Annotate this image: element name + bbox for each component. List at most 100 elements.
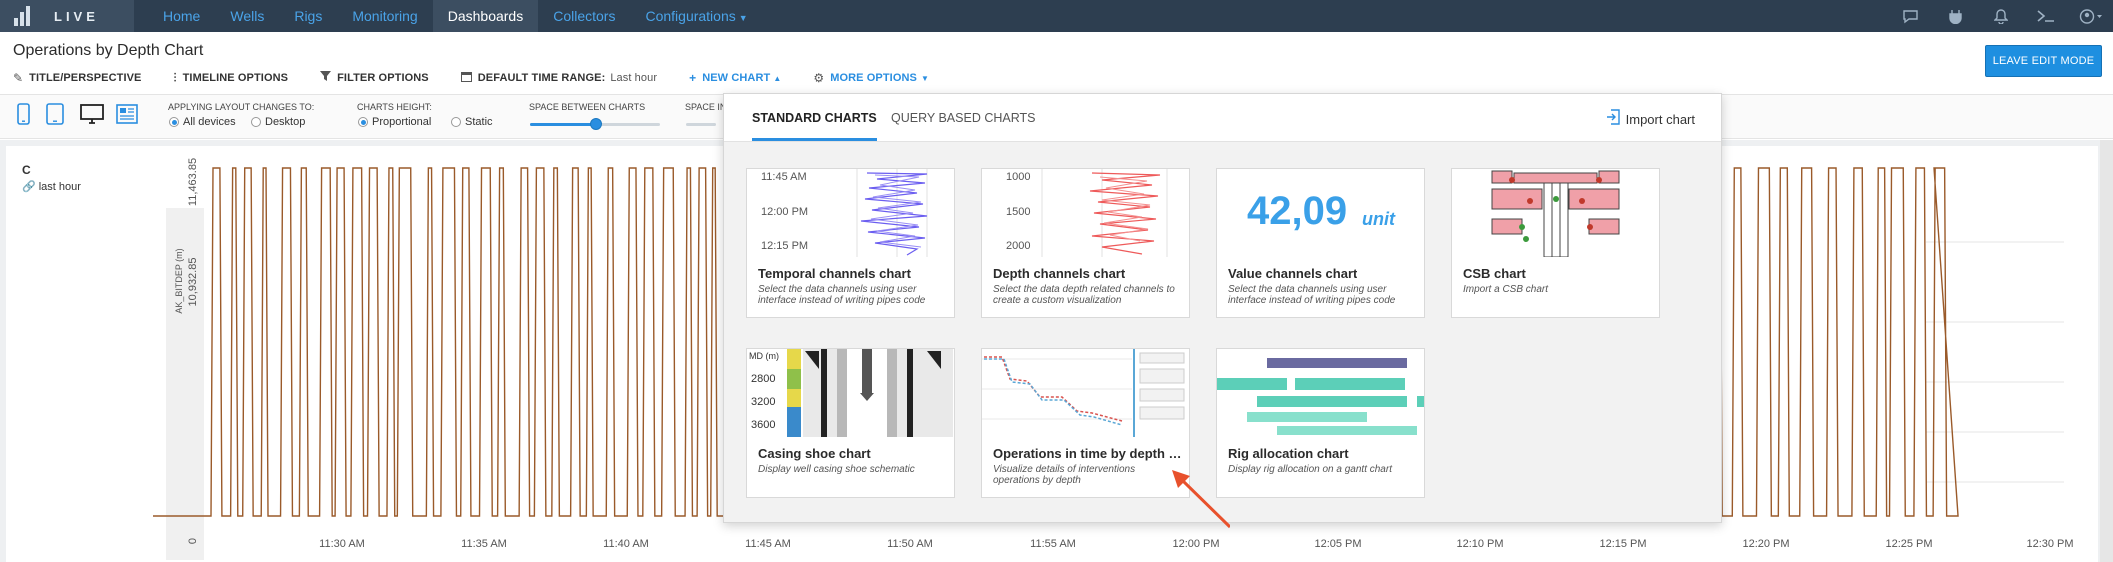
tab-query-based-charts[interactable]: QUERY BASED CHARTS <box>891 111 1036 125</box>
static-label: Static <box>465 116 493 128</box>
y-tick-label: 11,463.85 <box>187 158 199 206</box>
desktop-device-icon[interactable] <box>77 101 107 127</box>
nav-configurations-label: Configurations <box>645 8 736 24</box>
y-tick-label: 0 <box>187 538 199 544</box>
desktop-label: Desktop <box>265 116 306 128</box>
thumb-tick: 1500 <box>1006 206 1031 218</box>
operations-chart-thumbnail <box>982 349 1189 437</box>
thumb-tick: 1000 <box>1006 171 1031 183</box>
card-title: CSB chart <box>1463 266 1526 281</box>
card-operations-in-time-by-depth-chart[interactable]: Operations in time by depth chart Visual… <box>981 348 1190 498</box>
default-time-range-value: Last hour <box>610 72 658 84</box>
tablet-device-icon[interactable] <box>43 101 67 127</box>
x-tick-label: 12:15 PM <box>1599 538 1646 550</box>
y-tick-label: 10,932.85 <box>187 258 199 307</box>
space-between-slider-fill <box>530 123 596 126</box>
user-menu-icon[interactable] <box>2068 0 2113 32</box>
vertical-scrollbar[interactable] <box>2100 140 2113 562</box>
card-description: Select the data depth related channels t… <box>993 284 1175 306</box>
nav-collectors[interactable]: Collectors <box>538 0 630 32</box>
nav-configurations[interactable]: Configurations ▼ <box>630 0 762 32</box>
pencil-icon: ✎ <box>13 71 24 85</box>
card-temporal-channels-chart[interactable]: 11:45 AM 12:00 PM 12:15 PM Temporal chan… <box>746 168 955 318</box>
all-devices-radio[interactable]: All devices <box>169 116 236 128</box>
thumb-tick: 3200 <box>751 396 776 408</box>
filter-options-button[interactable]: FILTER OPTIONS <box>320 71 429 85</box>
desktop-radio[interactable]: Desktop <box>251 116 305 128</box>
proportional-radio[interactable]: Proportional <box>358 116 431 128</box>
new-chart-label: NEW CHART <box>702 72 771 84</box>
calendar-icon <box>460 71 472 85</box>
card-title: Casing shoe chart <box>758 446 871 461</box>
dashboard-preview-icon[interactable] <box>114 101 140 127</box>
timeline-icon: ⫶ <box>173 70 177 85</box>
radio-selected-icon <box>358 117 368 127</box>
mobile-device-icon[interactable] <box>11 101 35 127</box>
gear-icon: ⚙ <box>813 71 825 85</box>
new-chart-button[interactable]: + NEW CHART ▲ <box>689 71 781 85</box>
x-tick-label: 12:05 PM <box>1314 538 1361 550</box>
thumb-value: 42,09 <box>1247 189 1348 233</box>
nav-monitoring[interactable]: Monitoring <box>337 0 432 32</box>
card-title: Value channels chart <box>1228 266 1358 281</box>
chat-icon[interactable] <box>1888 0 1933 32</box>
x-tick-label: 11:50 AM <box>887 538 933 550</box>
import-icon <box>1606 109 1620 129</box>
brand-name: LIVE <box>54 8 99 24</box>
card-description: Select the data channels using user inte… <box>1228 284 1396 306</box>
space-in-slider-track[interactable] <box>686 123 716 126</box>
card-description: Display well casing shoe schematic <box>758 464 915 475</box>
radio-unselected-icon <box>451 117 461 127</box>
leave-edit-mode-button[interactable]: LEAVE EDIT MODE <box>1985 45 2102 77</box>
temporal-chart-thumbnail: 11:45 AM 12:00 PM 12:15 PM <box>747 169 954 257</box>
card-title: Operations in time by depth chart <box>993 446 1183 461</box>
bell-icon[interactable] <box>1978 0 2023 32</box>
title-perspective-button[interactable]: ✎ TITLE/PERSPECTIVE <box>13 71 142 85</box>
caret-up-icon: ▲ <box>773 73 782 83</box>
card-description: Import a CSB chart <box>1463 284 1549 295</box>
rig-allocation-thumbnail <box>1217 349 1424 437</box>
card-title: Temporal channels chart <box>758 266 911 281</box>
space-between-slider-thumb[interactable] <box>590 118 602 130</box>
timeline-options-label: TIMELINE OPTIONS <box>182 72 289 84</box>
card-csb-chart[interactable]: CSB chart Import a CSB chart <box>1451 168 1660 318</box>
card-rig-allocation-chart[interactable]: Rig allocation chart Display rig allocat… <box>1216 348 1425 498</box>
depth-chart-thumbnail: 1000 1500 2000 <box>982 169 1189 257</box>
space-between-label: SPACE BETWEEN CHARTS <box>529 102 646 112</box>
tab-standard-charts[interactable]: STANDARD CHARTS <box>752 111 877 141</box>
thumb-tick: 12:15 PM <box>761 240 809 252</box>
more-options-button[interactable]: ⚙ MORE OPTIONS ▼ <box>813 71 929 85</box>
brand[interactable]: LIVE <box>0 0 134 32</box>
card-casing-shoe-chart[interactable]: MD (m) 2800 3200 3600 Casing shoe chart … <box>746 348 955 498</box>
plugin-icon[interactable] <box>1933 0 1978 32</box>
timeline-options-button[interactable]: ⫶ TIMELINE OPTIONS <box>174 71 289 86</box>
x-tick-label: 12:25 PM <box>1885 538 1932 550</box>
edit-toolbar: ✎ TITLE/PERSPECTIVE ⫶ TIMELINE OPTIONS FIL… <box>13 70 961 86</box>
nav-rigs[interactable]: Rigs <box>279 0 337 32</box>
default-time-range-label: DEFAULT TIME RANGE: <box>477 72 606 84</box>
terminal-icon[interactable] <box>2023 0 2068 32</box>
top-nav: LIVE Home Wells Rigs Monitoring Dashboar… <box>0 0 2113 32</box>
radio-unselected-icon <box>251 117 261 127</box>
static-radio[interactable]: Static <box>451 116 493 128</box>
x-tick-label: 12:00 PM <box>1172 538 1219 550</box>
space-in-label: SPACE IN <box>685 102 727 112</box>
nav-wells[interactable]: Wells <box>215 0 279 32</box>
proportional-label: Proportional <box>372 116 432 128</box>
nav-home[interactable]: Home <box>148 0 215 32</box>
nav-dashboards[interactable]: Dashboards <box>432 0 539 32</box>
logo-icon <box>14 6 34 26</box>
pointer-arrow-annotation <box>1172 470 1230 529</box>
card-depth-channels-chart[interactable]: 1000 1500 2000 Depth channels chart Sele… <box>981 168 1190 318</box>
thumb-tick: MD (m) <box>749 351 779 361</box>
new-chart-dropdown: STANDARD CHARTS QUERY BASED CHARTS Impor… <box>723 93 1722 523</box>
all-devices-label: All devices <box>183 116 236 128</box>
import-chart-label: Import chart <box>1625 111 1695 127</box>
default-time-range-button[interactable]: DEFAULT TIME RANGE: Last hour <box>460 71 658 85</box>
card-description: Select the data channels using user inte… <box>758 284 926 306</box>
import-chart-button[interactable]: Import chart <box>1606 109 1695 129</box>
x-tick-label: 12:30 PM <box>2026 538 2073 550</box>
card-value-channels-chart[interactable]: 42,09 unit Value channels chart Select t… <box>1216 168 1425 318</box>
thumb-tick: 2800 <box>751 373 776 385</box>
filter-options-label: FILTER OPTIONS <box>337 72 429 84</box>
